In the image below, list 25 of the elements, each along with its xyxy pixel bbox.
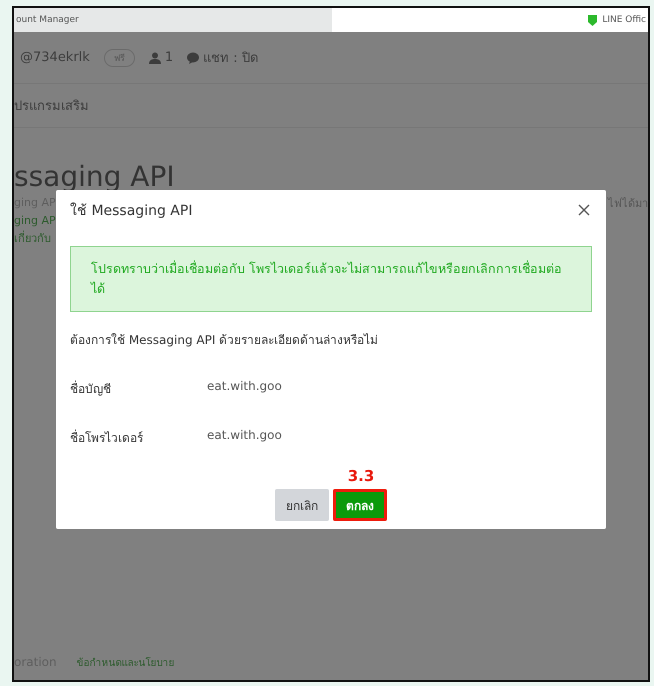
ok-button[interactable]: ตกลง <box>333 489 387 521</box>
cancel-button[interactable]: ยกเลิก <box>275 489 329 521</box>
page-text[interactable]: เกี่ยวกับ <box>14 230 58 248</box>
dialog-title: ใช้ Messaging API <box>70 202 192 221</box>
person-icon <box>148 52 161 64</box>
page-title: ssaging API <box>14 162 176 192</box>
account-id: @734ekrlk <box>20 50 90 65</box>
page-text[interactable]: ging AP <box>14 212 58 230</box>
close-icon <box>576 202 592 218</box>
shield-icon <box>587 14 598 26</box>
friend-count: 1 <box>164 50 174 65</box>
footer-link[interactable]: ข้อกำหนดและนโยบาย <box>76 654 175 670</box>
chat-icon <box>187 52 200 64</box>
browser-tab[interactable]: ount Manager <box>14 8 332 32</box>
chat-status: แชท : ปิด <box>203 50 258 68</box>
section-title: ปรแกรมเสริม <box>14 98 89 116</box>
field-label: ชื่อบัญชี <box>70 380 112 398</box>
notice-alert: โปรดทราบว่าเมื่อเชื่อมต่อกับ โพรไวเดอร์แล้วจะไม่สามารถแก้ไขหรือยกเลิกการเชื่อมต่อได้ <box>70 246 592 312</box>
browser-tab[interactable]: LINE Offic <box>332 8 648 32</box>
field-value: eat.with.goo <box>207 428 282 444</box>
close-button[interactable] <box>576 202 592 218</box>
field-label: ชื่อโพรไวเดอร์ <box>70 428 144 447</box>
field-value: eat.with.goo <box>207 379 282 395</box>
step-label: 3.3 <box>348 467 374 485</box>
confirm-question: ต้องการใช้ Messaging API ด้วยรายละเอียดด้านล่างหรือไม่ <box>69 332 380 349</box>
